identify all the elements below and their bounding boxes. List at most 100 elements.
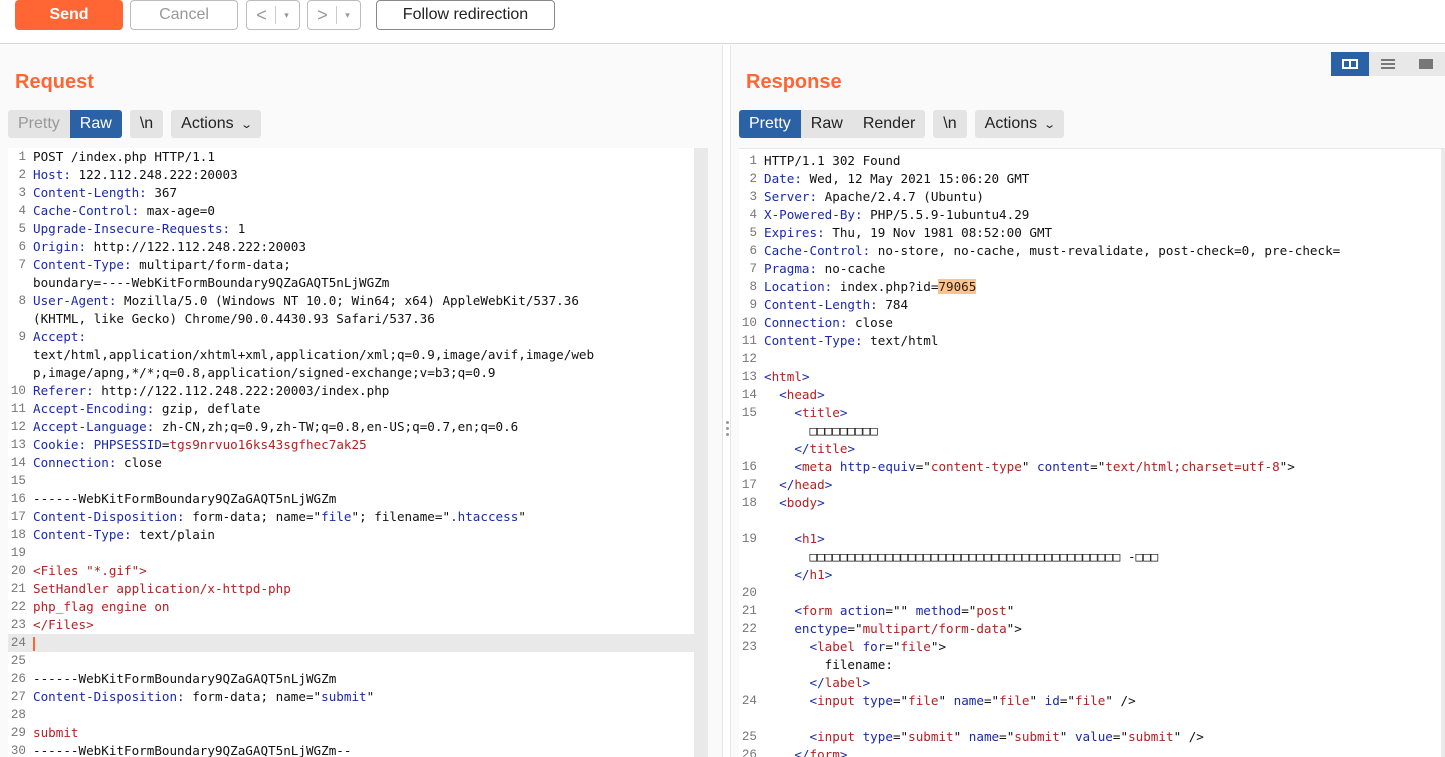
code-line[interactable]: 9 Accept: (8, 328, 708, 346)
code-line[interactable]: 15 <title> (739, 404, 1445, 422)
line-content: <title> (764, 404, 847, 422)
code-line[interactable]: 24 (8, 634, 708, 652)
response-newline-toggle[interactable]: \n (933, 110, 967, 138)
code-line[interactable]: 9 Content-Length: 784 (739, 296, 1445, 314)
code-line[interactable]: 13 <html> (739, 368, 1445, 386)
code-line[interactable]: 3 Server: Apache/2.4.7 (Ubuntu) (739, 188, 1445, 206)
send-button[interactable]: Send (15, 0, 123, 30)
code-line[interactable]: 19 (8, 544, 708, 562)
code-line[interactable]: 7 Content-Type: multipart/form-data; (8, 256, 708, 274)
code-line[interactable]: 7 Pragma: no-cache (739, 260, 1445, 278)
layout-stacked-button[interactable] (1369, 52, 1407, 76)
code-token: content (1037, 459, 1091, 474)
code-line[interactable]: 15 (8, 472, 708, 490)
code-line[interactable]: 2 Host: 122.112.248.222:20003 (8, 166, 708, 184)
forward-button[interactable]: > ▾ (307, 0, 361, 30)
code-token: tgs9nrvuo16ks43sgfhec7ak25 (169, 437, 367, 452)
code-line[interactable]: 16 ------WebKitFormBoundary9QZaGAQT5nLjWG… (8, 490, 708, 508)
response-scrollbar[interactable] (1441, 149, 1445, 757)
layout-tabs-button[interactable] (1407, 52, 1445, 76)
code-token: > (839, 405, 848, 420)
code-line[interactable]: 11 Content-Type: text/html (739, 332, 1445, 350)
code-line[interactable]: 23 </Files> (8, 616, 708, 634)
code-line[interactable]: filename: (739, 656, 1445, 674)
line-number: 8 (18, 294, 26, 308)
layout-side-by-side-button[interactable] (1331, 52, 1369, 76)
chevron-down-icon[interactable]: ▾ (276, 10, 298, 21)
code-line[interactable]: 20 (739, 584, 1445, 602)
follow-redirection-button[interactable]: Follow redirection (376, 0, 555, 30)
response-tab-raw[interactable]: Raw (800, 110, 853, 138)
cancel-button[interactable]: Cancel (130, 0, 238, 30)
code-line[interactable]: p,image/apng,*/*;q=0.8,application/signe… (8, 364, 708, 382)
code-line[interactable]: □□□□□□□□□ (739, 422, 1445, 440)
back-button[interactable]: < ▾ (246, 0, 300, 30)
code-line[interactable]: 19 <h1> (739, 530, 1445, 548)
code-line[interactable]: 6 Cache-Control: no-store, no-cache, must… (739, 242, 1445, 260)
code-line[interactable]: 20 <Files "*.gif"> (8, 562, 708, 580)
code-line[interactable]: 13 Cookie: PHPSESSID=tgs9nrvuo16ks43sgfhe… (8, 436, 708, 454)
code-line[interactable]: 25 (8, 652, 708, 670)
code-line[interactable]: 21 SetHandler application/x-httpd-php (8, 580, 708, 598)
code-line[interactable]: 1 HTTP/1.1 302 Found (739, 152, 1445, 170)
code-token: max-age=0 (146, 203, 215, 218)
chevron-down-icon[interactable]: ▾ (337, 10, 359, 21)
code-line[interactable]: 4 Cache-Control: max-age=0 (8, 202, 708, 220)
code-line[interactable]: boundary=----WebKitFormBoundary9QZaGAQT5… (8, 274, 708, 292)
code-line[interactable]: 17 Content-Disposition: form-data; name="… (8, 508, 708, 526)
code-line[interactable]: 6 Origin: http://122.112.248.222:20003 (8, 238, 708, 256)
request-newline-toggle[interactable]: \n (129, 110, 164, 138)
code-line[interactable]: 29 submit (8, 724, 708, 742)
code-line[interactable]: 18 Content-Type: text/plain (8, 526, 708, 544)
code-line[interactable]: 16 <meta http-equiv="content-type" conte… (739, 458, 1445, 476)
code-line[interactable]: 14 <head> (739, 386, 1445, 404)
response-tab-pretty[interactable]: Pretty (739, 110, 801, 138)
code-token: </ (794, 567, 810, 582)
code-line[interactable]: 26 ------WebKitFormBoundary9QZaGAQT5nLjWG… (8, 670, 708, 688)
code-line[interactable]: 1 POST /index.php HTTP/1.1 (8, 148, 708, 166)
code-line[interactable] (739, 710, 1445, 728)
code-line[interactable]: 17 </head> (739, 476, 1445, 494)
code-line[interactable]: 25 <input type="submit" name="submit" va… (739, 728, 1445, 746)
code-token: http://122.112.248.222:20003 (93, 239, 306, 254)
request-tab-pretty[interactable]: Pretty (8, 110, 70, 138)
code-line[interactable]: 18 <body> (739, 494, 1445, 512)
code-line[interactable]: (KHTML, like Gecko) Chrome/90.0.4430.93 … (8, 310, 708, 328)
code-line[interactable]: 10 Referer: http://122.112.248.222:20003/… (8, 382, 708, 400)
code-line[interactable]: 12 (739, 350, 1445, 368)
code-line[interactable]: 28 (8, 706, 708, 724)
code-line[interactable]: 8 User-Agent: Mozilla/5.0 (Windows NT 10.… (8, 292, 708, 310)
code-line[interactable]: </label> (739, 674, 1445, 692)
code-line[interactable]: 10 Connection: close (739, 314, 1445, 332)
code-line[interactable]: 21 <form action="" method="post" (739, 602, 1445, 620)
code-line[interactable]: 30 ------WebKitFormBoundary9QZaGAQT5nLjWG… (8, 742, 708, 757)
code-line[interactable]: 3 Content-Length: 367 (8, 184, 708, 202)
code-line[interactable]: □□□□□□□□□□□□□□□□□□□□□□□□□□□□□□□□□□□□□□□□… (739, 548, 1445, 566)
code-line[interactable]: </h1> (739, 566, 1445, 584)
code-line[interactable]: 22 php_flag engine on (8, 598, 708, 616)
request-scrollbar[interactable] (694, 148, 708, 757)
code-line[interactable]: 5 Expires: Thu, 19 Nov 1981 08:52:00 GMT (739, 224, 1445, 242)
code-line[interactable]: 5 Upgrade-Insecure-Requests: 1 (8, 220, 708, 238)
response-editor[interactable]: 1 HTTP/1.1 302 Found 2 Date: Wed, 12 May 20… (739, 148, 1445, 757)
code-line[interactable]: text/html,application/xhtml+xml,applicat… (8, 346, 708, 364)
code-line[interactable]: </title> (739, 440, 1445, 458)
request-actions-menu[interactable]: Actions ⌄ (171, 110, 261, 138)
code-line[interactable] (739, 512, 1445, 530)
code-line[interactable]: 11 Accept-Encoding: gzip, deflate (8, 400, 708, 418)
code-line[interactable]: 23 <label for="file"> (739, 638, 1445, 656)
code-line[interactable]: 2 Date: Wed, 12 May 2021 15:06:20 GMT (739, 170, 1445, 188)
pane-divider[interactable] (722, 45, 731, 757)
request-tab-raw[interactable]: Raw (69, 110, 122, 138)
code-line[interactable]: 4 X-Powered-By: PHP/5.5.9-1ubuntu4.29 (739, 206, 1445, 224)
code-line[interactable]: 22 enctype="multipart/form-data"> (739, 620, 1445, 638)
code-line[interactable]: 12 Accept-Language: zh-CN,zh;q=0.9,zh-TW;… (8, 418, 708, 436)
response-actions-menu[interactable]: Actions ⌄ (974, 110, 1065, 138)
code-line[interactable]: 27 Content-Disposition: form-data; name="… (8, 688, 708, 706)
code-line[interactable]: 24 <input type="file" name="file" id="fi… (739, 692, 1445, 710)
code-line[interactable]: 8 Location: index.php?id=79065 (739, 278, 1445, 296)
code-line[interactable]: 26 </form> (739, 746, 1445, 757)
code-line[interactable]: 14 Connection: close (8, 454, 708, 472)
response-tab-render[interactable]: Render (852, 110, 926, 138)
request-editor[interactable]: 1 POST /index.php HTTP/1.1 2 Host: 122.112.… (8, 148, 708, 757)
